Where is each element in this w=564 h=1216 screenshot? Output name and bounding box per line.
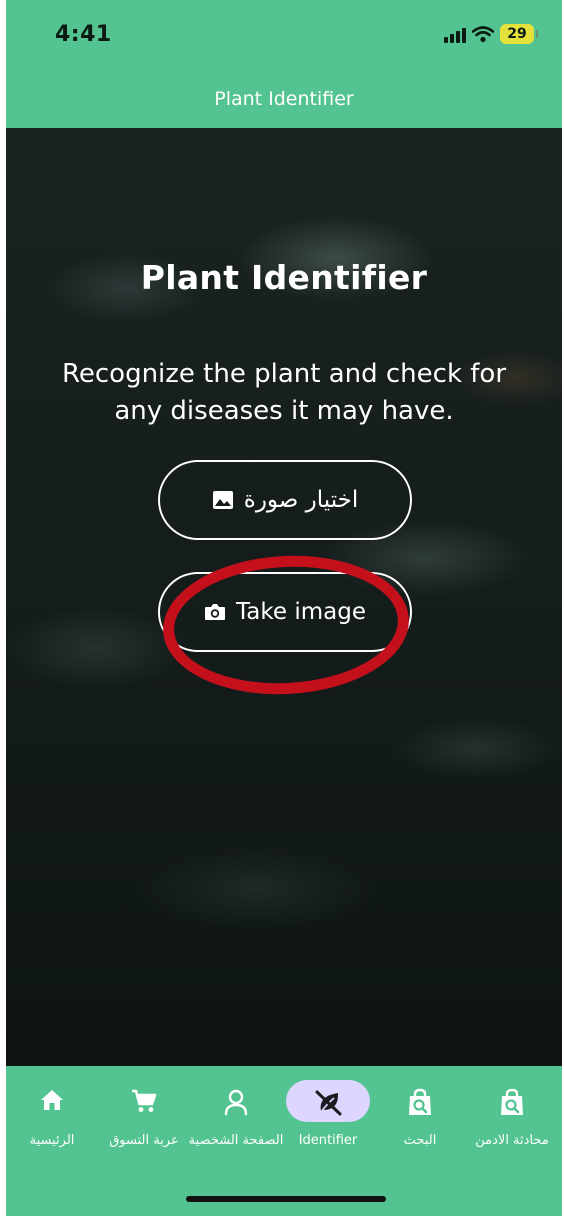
cart-icon (132, 1089, 157, 1112)
hero-section: Plant Identifier Recognize the plant and… (6, 128, 562, 1066)
page-title: Plant Identifier (214, 88, 354, 110)
home-indicator (186, 1196, 386, 1202)
app-screen: 4:41 29 Plant Identifier Plant Identifie… (6, 0, 562, 1216)
home-icon (41, 1090, 63, 1110)
wifi-icon (472, 26, 494, 43)
hero-description: Recognize the plant and check for any di… (61, 359, 507, 426)
battery-indicator: 29 (500, 24, 538, 44)
app-header: Plant Identifier (6, 80, 562, 128)
search-bag-icon (409, 1088, 431, 1115)
nav-label-admin-chat: محادثة الادمن (475, 1133, 549, 1148)
hero-title: Plant Identifier (140, 258, 428, 297)
signal-icon (444, 25, 466, 43)
profile-icon (224, 1089, 248, 1116)
status-bar: 4:41 29 (6, 0, 562, 80)
status-icons: 29 (444, 24, 538, 44)
status-time: 4:41 (55, 22, 112, 47)
pick-image-button[interactable]: اختيار صورة (158, 460, 412, 540)
pick-image-label: اختيار صورة (243, 487, 359, 513)
search-bag-icon (501, 1088, 523, 1115)
leaf-off-icon (315, 1090, 342, 1116)
bottom-nav: الرئيسية عربة التسوق الصفحة الشخصية Iden… (6, 1066, 562, 1216)
image-icon (212, 491, 233, 509)
